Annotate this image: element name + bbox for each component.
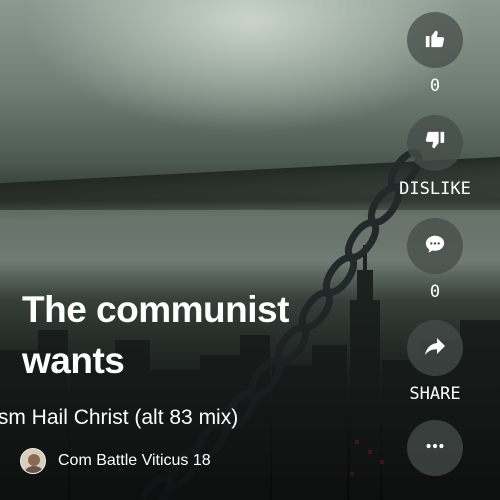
comment-button[interactable] xyxy=(407,218,463,274)
share-icon xyxy=(423,334,447,363)
share-label: SHARE xyxy=(409,384,461,404)
more-icon xyxy=(424,435,446,462)
share-button[interactable] xyxy=(407,320,463,376)
avatar[interactable] xyxy=(20,448,46,474)
thumbs-down-icon xyxy=(424,130,446,157)
comment-icon xyxy=(424,233,446,260)
channel-info[interactable]: Com Battle Viticus 18 xyxy=(20,448,211,474)
avatar-image xyxy=(21,449,45,473)
music-title: Communism Hail Christ (alt 83 mix) xyxy=(0,406,239,429)
comment-count: 0 xyxy=(429,282,441,302)
channel-name[interactable]: Com Battle Viticus 18 xyxy=(58,452,211,470)
more-button[interactable] xyxy=(407,420,463,476)
video-title[interactable]: The communist wants xyxy=(22,284,352,386)
music-ticker[interactable]: Communism Hail Christ (alt 83 mix) xyxy=(0,402,380,434)
like-button[interactable] xyxy=(407,12,463,68)
dislike-label: DISLIKE xyxy=(399,179,471,199)
like-count: 0 xyxy=(429,76,441,96)
thumbs-up-icon xyxy=(424,27,446,54)
dislike-button[interactable] xyxy=(407,115,463,171)
